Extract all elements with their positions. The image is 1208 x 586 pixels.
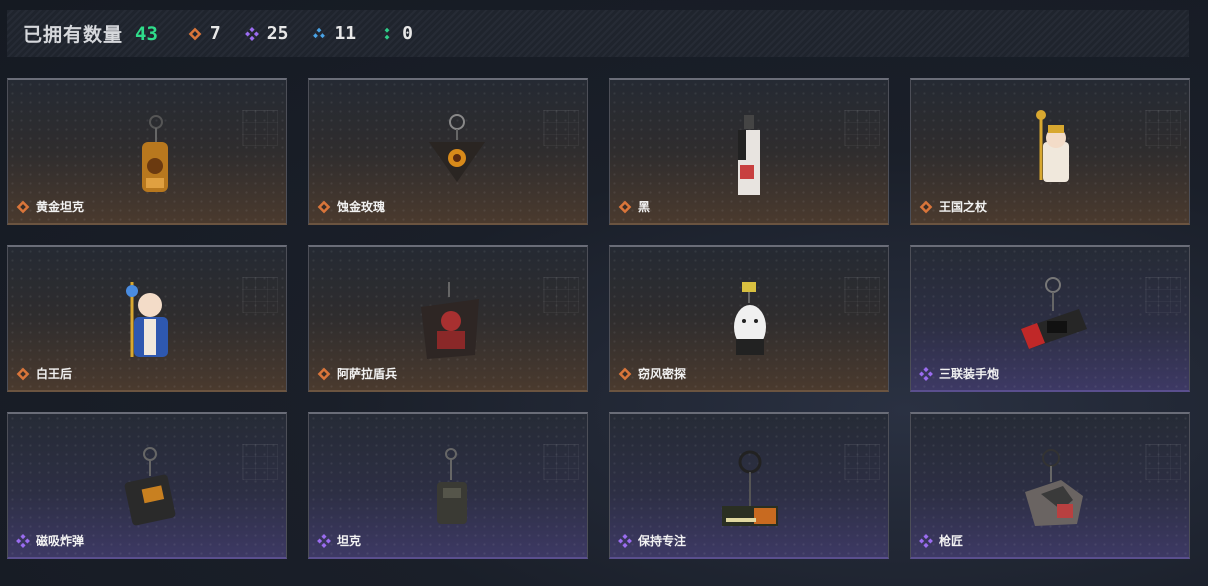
charm-label: 窃风密探 — [618, 365, 686, 382]
charm-name: 阿萨拉盾兵 — [337, 367, 398, 381]
charm-label: 蚀金玫瑰 — [317, 198, 385, 215]
charm-card[interactable]: 白王后 — [7, 245, 287, 392]
charm-label: 三联装手炮 — [919, 365, 999, 382]
charm-card[interactable]: 蚀金玫瑰 — [308, 78, 588, 225]
orange-rarity-icon — [16, 367, 30, 381]
charm-label: 王国之杖 — [919, 198, 987, 215]
purple-diamond-icon — [243, 25, 261, 43]
charm-label: 坦克 — [317, 532, 361, 549]
charm-label: 黑 — [618, 198, 650, 215]
charm-card[interactable]: 三联装手炮 — [910, 245, 1190, 392]
charm-name: 磁吸炸弹 — [36, 534, 85, 548]
charm-card[interactable]: 黄金坦克 — [7, 78, 287, 225]
stat-purple: 25 — [243, 23, 289, 44]
purple-rarity-icon — [16, 533, 30, 548]
charm-card[interactable]: 磁吸炸弹 — [7, 412, 287, 559]
stat-blue: 11 — [310, 23, 356, 44]
charm-name: 黑 — [638, 200, 651, 214]
charm-image — [738, 115, 760, 195]
stat-purple-count: 25 — [266, 23, 289, 44]
orange-diamond-icon — [186, 25, 204, 43]
charm-label: 保持专注 — [618, 532, 686, 549]
charm-card[interactable]: 枪匠 — [910, 412, 1190, 559]
charm-label: 阿萨拉盾兵 — [317, 365, 397, 382]
charm-label: 磁吸炸弹 — [16, 532, 84, 549]
orange-rarity-icon — [16, 200, 30, 214]
blue-triangle-icon — [310, 25, 328, 43]
purple-rarity-icon — [317, 533, 331, 548]
charm-name: 窃风密探 — [638, 367, 687, 381]
orange-rarity-icon — [618, 367, 632, 381]
charm-name: 白王后 — [36, 367, 73, 381]
charm-card[interactable]: 坦克 — [308, 412, 588, 559]
owned-total-count: 43 — [135, 22, 158, 45]
charm-card[interactable]: 阿萨拉盾兵 — [308, 245, 588, 392]
orange-rarity-icon — [317, 200, 331, 214]
purple-rarity-icon — [618, 533, 632, 548]
charm-name: 三联装手炮 — [939, 367, 1000, 381]
charm-name: 保持专注 — [638, 534, 687, 548]
purple-rarity-icon — [919, 533, 933, 548]
purple-rarity-icon — [919, 366, 933, 381]
charm-name: 坦克 — [337, 534, 362, 548]
orange-rarity-icon — [919, 200, 933, 214]
charm-name: 枪匠 — [939, 534, 964, 548]
stat-orange: 7 — [186, 23, 221, 44]
stat-green: 0 — [378, 23, 413, 44]
green-dots-icon — [378, 25, 396, 43]
charm-card[interactable]: 黑 — [609, 78, 889, 225]
stat-blue-count: 11 — [334, 23, 357, 44]
owned-count-title: 已拥有数量 — [23, 24, 124, 46]
charm-label: 黄金坦克 — [16, 198, 84, 215]
charm-label: 枪匠 — [919, 532, 963, 549]
charm-name: 王国之杖 — [939, 200, 988, 214]
orange-rarity-icon — [317, 367, 331, 381]
charm-name: 黄金坦克 — [36, 200, 85, 214]
collection-header: 已拥有数量 43 7 25 11 0 — [7, 10, 1189, 57]
charm-card[interactable]: 王国之杖 — [910, 78, 1190, 225]
stat-orange-count: 7 — [209, 23, 221, 44]
orange-rarity-icon — [618, 200, 632, 214]
stat-green-count: 0 — [402, 23, 413, 44]
charm-card[interactable]: 保持专注 — [609, 412, 889, 559]
charm-label: 白王后 — [16, 365, 72, 382]
charm-name: 蚀金玫瑰 — [337, 200, 386, 214]
charm-card[interactable]: 窃风密探 — [609, 245, 889, 392]
